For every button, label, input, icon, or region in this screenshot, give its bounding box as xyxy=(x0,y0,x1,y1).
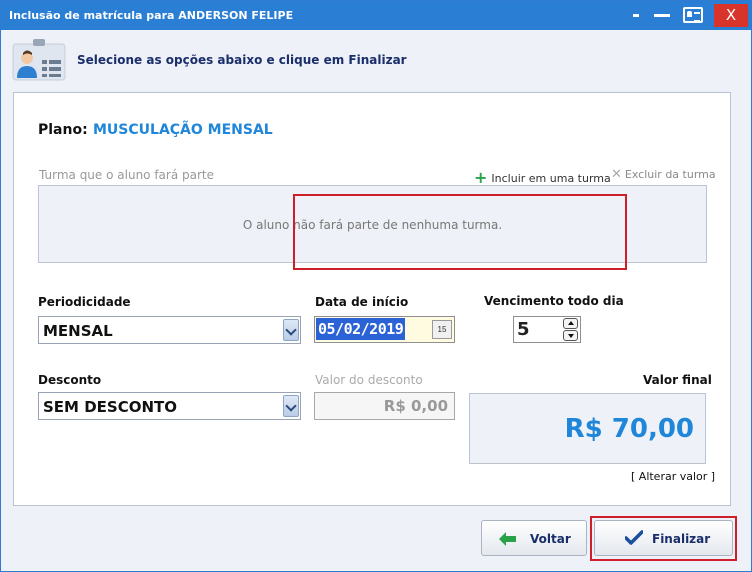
add-to-class-link[interactable]: + Incluir em uma turma xyxy=(474,167,611,187)
check-icon xyxy=(625,530,643,545)
remove-from-class-link[interactable]: ✕ Excluir da turma xyxy=(611,167,716,182)
due-day-label: Vencimento todo dia xyxy=(484,294,624,308)
final-value-amount: R$ 70,00 xyxy=(564,414,694,444)
final-value-box: R$ 70,00 xyxy=(469,393,706,464)
back-button-label: Voltar xyxy=(530,532,571,546)
periodicity-label: Periodicidade xyxy=(38,295,131,309)
minimize-small-icon[interactable] xyxy=(629,3,643,27)
back-button[interactable]: Voltar xyxy=(481,520,587,556)
periodicity-select[interactable]: MENSAL xyxy=(38,316,301,344)
periodicity-value: MENSAL xyxy=(43,322,113,340)
plan-label: Plano: xyxy=(38,122,88,138)
class-group-label: Turma que o aluno fará parte xyxy=(39,168,214,182)
finish-button-label: Finalizar xyxy=(652,532,711,546)
add-to-class-label: Incluir em uma turma xyxy=(491,172,611,185)
instruction-text: Selecione as opções abaixo e clique em F… xyxy=(77,53,407,67)
start-date-label: Data de início xyxy=(315,295,409,309)
discount-label: Desconto xyxy=(38,373,102,387)
minimize-button[interactable] xyxy=(651,3,673,27)
start-date-field[interactable]: 05/02/2019 15 xyxy=(314,316,455,343)
due-day-stepper[interactable]: 5 xyxy=(513,316,581,343)
remove-from-class-label: Excluir da turma xyxy=(624,168,716,181)
discount-amount-field: R$ 0,00 xyxy=(314,392,455,420)
chevron-down-icon[interactable] xyxy=(283,395,299,417)
calendar-icon[interactable]: 15 xyxy=(432,320,452,339)
finish-button[interactable]: Finalizar xyxy=(594,520,733,556)
dialog-header: Selecione as opções abaixo e clique em F… xyxy=(1,30,751,89)
close-button[interactable]: X xyxy=(714,4,748,27)
window-title: Inclusão de matrícula para ANDERSON FELI… xyxy=(9,9,294,22)
final-value-label: Valor final xyxy=(643,373,712,387)
chevron-down-icon[interactable] xyxy=(283,319,299,341)
contact-card-icon[interactable] xyxy=(681,3,705,27)
enrollment-dialog: Inclusão de matrícula para ANDERSON FELI… xyxy=(0,0,752,572)
x-icon: ✕ xyxy=(611,167,622,182)
plan-value: MUSCULAÇÃO MENSAL xyxy=(93,122,273,138)
start-date-value: 05/02/2019 xyxy=(316,318,406,340)
alter-value-link[interactable]: [ Alterar valor ] xyxy=(631,470,715,483)
discount-amount-label: Valor do desconto xyxy=(315,373,423,387)
arrow-left-icon xyxy=(499,532,516,546)
stepper-down-icon[interactable] xyxy=(563,330,578,341)
title-bar: Inclusão de matrícula para ANDERSON FELI… xyxy=(1,1,751,30)
stepper-up-icon[interactable] xyxy=(563,318,578,329)
discount-amount-value: R$ 0,00 xyxy=(383,397,448,415)
discount-select[interactable]: SEM DESCONTO xyxy=(38,392,301,420)
date-highlight-frame xyxy=(293,194,627,270)
discount-value: SEM DESCONTO xyxy=(43,398,177,416)
due-day-value: 5 xyxy=(517,319,530,340)
user-registration-icon xyxy=(12,39,66,81)
